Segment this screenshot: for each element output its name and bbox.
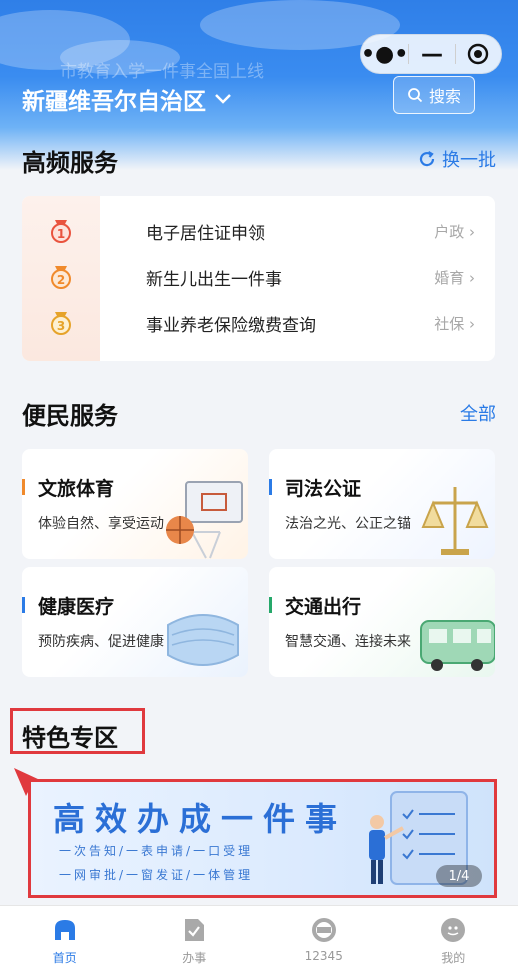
hot-service-name: 电子居住证申领	[146, 223, 265, 244]
search-button[interactable]: 搜索	[393, 76, 475, 114]
basketball-hoop-icon	[166, 481, 243, 559]
chevron-down-icon	[215, 94, 231, 104]
tab-hotline[interactable]: 12345	[259, 906, 389, 975]
hot-service-tag: 婚育 ›	[434, 268, 475, 287]
accent-bar	[22, 479, 25, 495]
svg-text:2: 2	[57, 273, 65, 287]
close-target-icon[interactable]	[456, 35, 501, 73]
refresh-icon	[419, 151, 435, 167]
hot-service-tag: 社保 ›	[434, 314, 475, 333]
card-subtitle: 预防疾病、促进健康	[38, 634, 164, 650]
hot-service-item[interactable]: 2 新生儿出生一件事 婚育 ›	[22, 254, 495, 300]
search-label: 搜索	[428, 87, 461, 106]
card-title: 文旅体育	[38, 478, 115, 500]
minimize-icon[interactable]: —	[409, 35, 454, 73]
tab-profile[interactable]: 我的	[389, 906, 518, 975]
more-icon[interactable]: •●•	[361, 35, 408, 73]
card-title: 健康医疗	[38, 596, 115, 618]
refresh-button[interactable]: 换一批	[418, 146, 496, 172]
service-card-traffic-travel[interactable]: 交通出行 智慧交通、连接未来	[269, 567, 495, 677]
rank-1-medal-icon: 1	[51, 220, 71, 243]
service-card-culture-sports[interactable]: 文旅体育 体验自然、享受运动	[22, 449, 248, 559]
tab-label: 12345	[304, 949, 343, 963]
accent-bar	[269, 597, 272, 613]
refresh-label: 换一批	[442, 150, 496, 171]
profile-icon	[441, 918, 466, 942]
hot-services-card: 1 电子居住证申领 户政 › 2 新生儿出生一件事 婚育 › 3 事业养老保险缴…	[22, 196, 495, 361]
accent-bar	[269, 479, 272, 495]
card-title: 司法公证	[285, 478, 362, 500]
home-icon	[54, 920, 75, 940]
special-banner[interactable]: 高效办成一件事 一次告知/一表申请/一口受理 一网审批/一窗发证/一体管理 1/…	[28, 779, 497, 898]
service-card-health-medical[interactable]: 健康医疗 预防疾病、促进健康	[22, 567, 248, 677]
card-subtitle: 法治之光、公正之锚	[285, 516, 411, 532]
accent-bar	[22, 597, 25, 613]
section-title-convenience: 便民服务	[22, 402, 118, 430]
tab-home[interactable]: 首页	[0, 906, 130, 975]
hot-service-name: 新生儿出生一件事	[146, 269, 282, 290]
tab-label: 办事	[182, 951, 207, 965]
tab-label: 首页	[52, 951, 77, 965]
section-title-special: 特色专区	[22, 724, 118, 752]
region-selector[interactable]: 新疆维吾尔自治区	[22, 82, 232, 116]
region-label: 新疆维吾尔自治区	[22, 89, 206, 115]
service-card-justice-notary[interactable]: 司法公证 法治之光、公正之锚	[269, 449, 495, 559]
search-icon	[408, 88, 423, 103]
banner-line-2: 一网审批/一窗发证/一体管理	[59, 868, 254, 882]
card-title: 交通出行	[285, 596, 362, 618]
view-all-link[interactable]: 全部	[460, 400, 496, 426]
hotline-icon	[311, 918, 336, 942]
card-subtitle: 体验自然、享受运动	[38, 516, 164, 532]
card-subtitle: 智慧交通、连接未来	[285, 634, 411, 650]
scales-of-justice-icon	[421, 487, 489, 555]
document-icon	[185, 919, 205, 941]
rank-3-medal-icon: 3	[51, 312, 71, 335]
banner-title: 高效办成一件事	[53, 800, 348, 838]
banner-line-1: 一次告知/一表申请/一口受理	[59, 844, 254, 858]
hot-service-item[interactable]: 1 电子居住证申领 户政 ›	[22, 208, 495, 254]
rank-2-medal-icon: 2	[51, 266, 71, 289]
tab-label: 我的	[441, 951, 466, 965]
hot-service-tag: 户政 ›	[434, 222, 475, 241]
section-title-hot: 高频服务	[22, 149, 118, 177]
svg-text:1: 1	[57, 227, 65, 241]
bus-icon	[420, 620, 495, 671]
mini-program-capsule: •●• —	[360, 34, 502, 74]
hot-service-item[interactable]: 3 事业养老保险缴费查询 社保 ›	[22, 300, 495, 346]
svg-text:3: 3	[57, 319, 65, 333]
hot-service-name: 事业养老保险缴费查询	[146, 315, 316, 336]
face-mask-icon	[167, 614, 239, 666]
tab-services[interactable]: 办事	[130, 906, 260, 975]
bottom-tab-bar: 首页 办事 12345 我的	[0, 905, 518, 975]
banner-pager: 1/4	[436, 865, 482, 887]
